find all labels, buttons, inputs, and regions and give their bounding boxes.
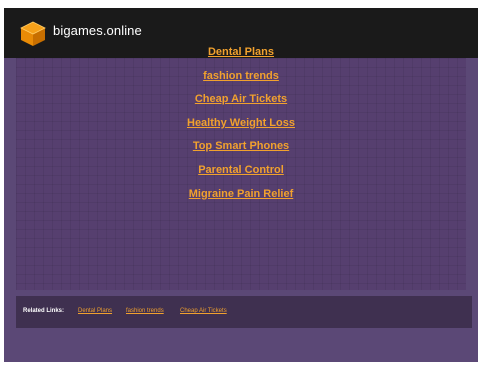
main-links: Dental Plans fashion trends Cheap Air Ti…	[4, 41, 478, 206]
main-link-fashion-trends[interactable]: fashion trends	[4, 65, 478, 89]
footer-link-fashion-trends[interactable]: fashion trends	[126, 308, 164, 314]
main-link-cheap-air-tickets[interactable]: Cheap Air Tickets	[4, 88, 478, 112]
site-title[interactable]: bigames.online	[53, 23, 142, 38]
main-link-migraine-pain-relief[interactable]: Migraine Pain Relief	[4, 183, 478, 207]
main-link-dental-plans[interactable]: Dental Plans	[4, 41, 478, 65]
related-links-label: Related Links:	[23, 308, 65, 314]
page-frame: bigames.online Dental Plans fashion tren…	[4, 8, 478, 362]
main-link-top-smart-phones[interactable]: Top Smart Phones	[4, 135, 478, 159]
main-link-parental-control[interactable]: Parental Control	[4, 159, 478, 183]
related-links-footer: Related Links: Dental Plans fashion tren…	[16, 296, 472, 328]
main-link-healthy-weight-loss[interactable]: Healthy Weight Loss	[4, 112, 478, 136]
footer-link-dental-plans[interactable]: Dental Plans	[78, 308, 112, 314]
footer-link-cheap-air-tickets[interactable]: Cheap Air Tickets	[180, 308, 227, 314]
